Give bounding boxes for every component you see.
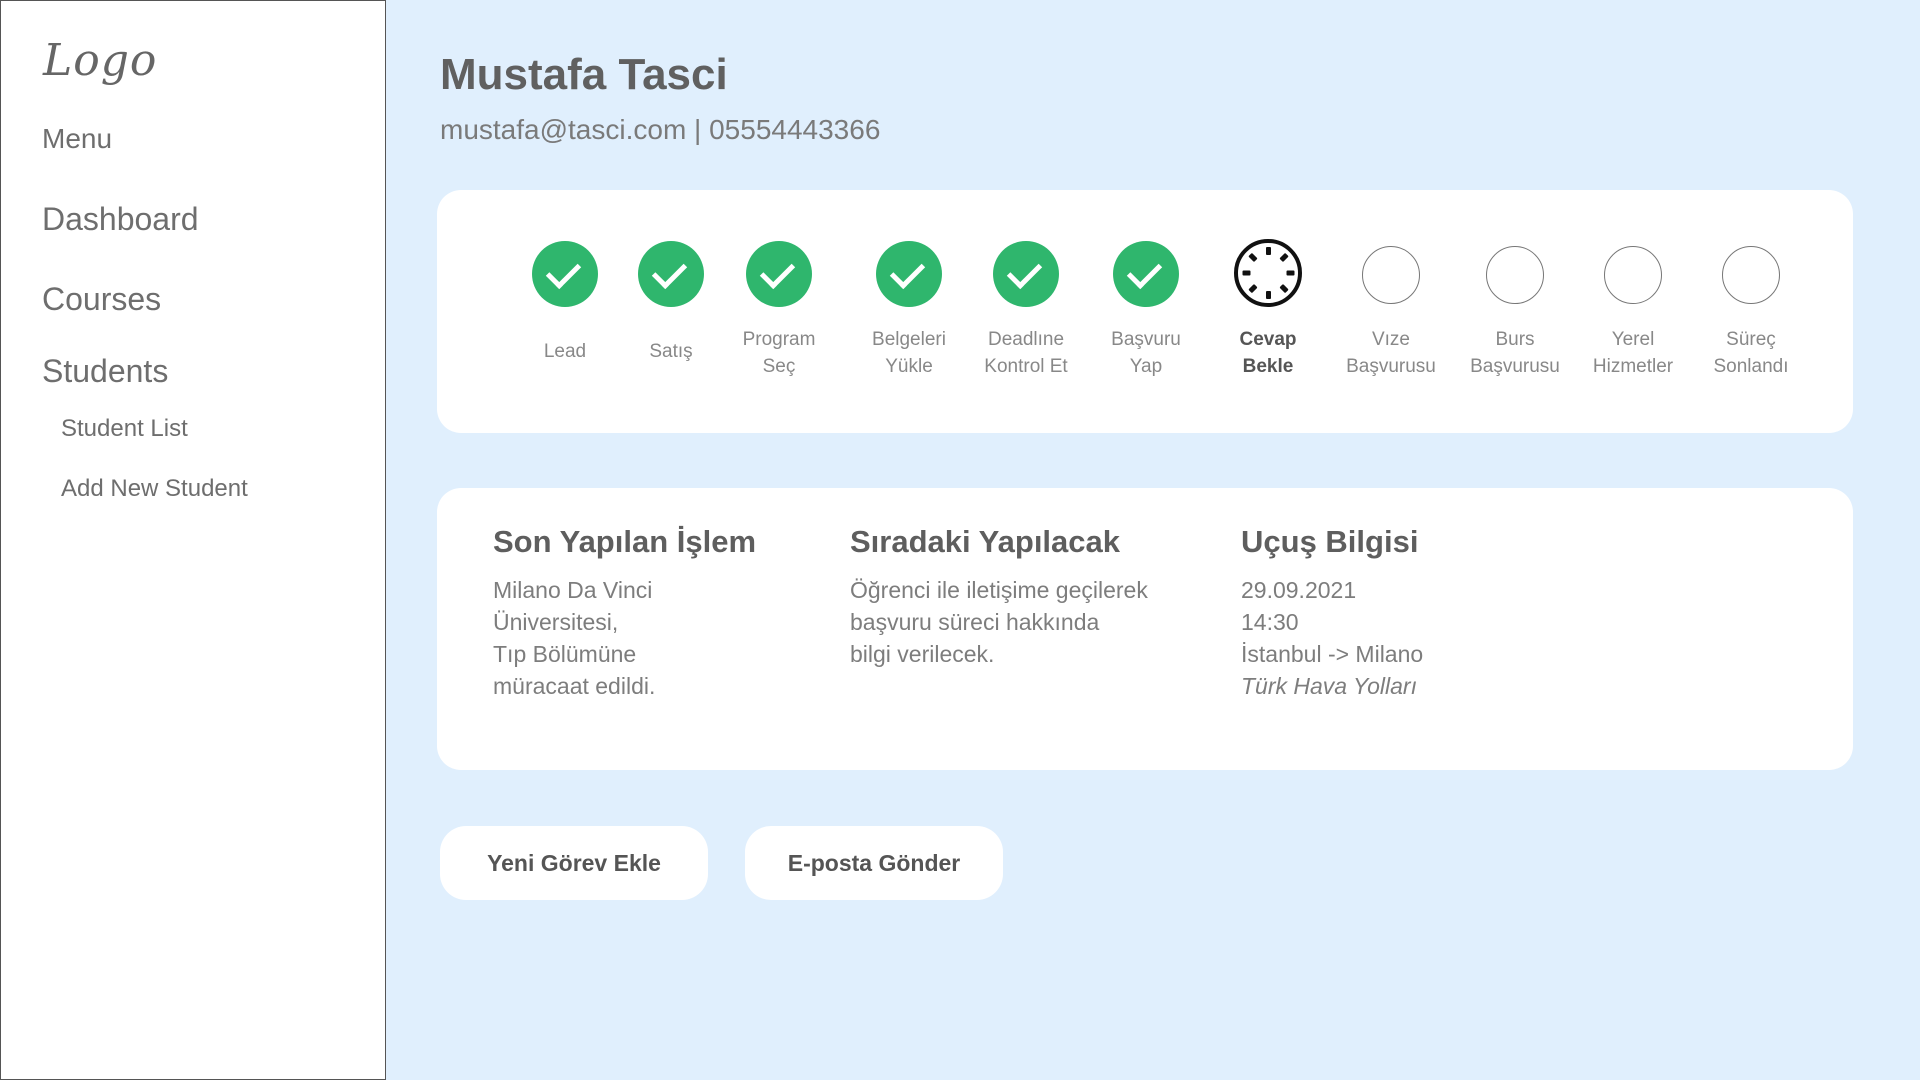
sidebar-item-add-new-student[interactable]: Add New Student <box>61 475 248 503</box>
empty-circle-icon <box>1722 246 1780 304</box>
sidebar-item-students[interactable]: Students <box>42 353 168 390</box>
sidebar-item-student-list[interactable]: Student List <box>61 415 188 443</box>
sidebar-item-dashboard[interactable]: Dashboard <box>42 201 199 238</box>
add-task-button[interactable]: Yeni Görev Ekle <box>440 826 708 900</box>
empty-circle-icon <box>1604 246 1662 304</box>
last-action-section: Son Yapılan İşlem Milano Da Vinci Üniver… <box>493 524 756 702</box>
info-line: başvuru süreci hakkında <box>850 609 1100 635</box>
flight-airline: Türk Hava Yolları <box>1241 673 1417 699</box>
flight-info-section: Uçuş Bilgisi 29.09.2021 14:30 İstanbul -… <box>1241 524 1423 702</box>
info-line: Milano Da Vinci <box>493 577 653 603</box>
student-name: Mustafa Tasci <box>440 50 728 99</box>
step-label: Deadlıne Kontrol Et <box>984 329 1068 377</box>
flight-route: İstanbul -> Milano <box>1241 641 1424 667</box>
check-icon <box>746 241 812 307</box>
sidebar-item-courses[interactable]: Courses <box>42 281 161 318</box>
student-contact: mustafa@tasci.com | 05554443366 <box>440 114 881 145</box>
flight-time: 14:30 <box>1241 609 1299 635</box>
flight-info-title: Uçuş Bilgisi <box>1241 524 1419 559</box>
empty-circle-icon <box>1486 246 1544 304</box>
empty-circle-icon <box>1362 246 1420 304</box>
send-email-button[interactable]: E-posta Gönder <box>745 826 1003 900</box>
main-content: Mustafa Tasci mustafa@tasci.com | 055544… <box>386 0 1920 1080</box>
info-line: Öğrenci ile iletişime geçilerek <box>850 577 1148 603</box>
step-label: Program Seç <box>742 329 816 377</box>
step-label: Vıze Başvurusu <box>1346 329 1436 377</box>
info-line: müracaat edildi. <box>493 673 656 699</box>
clock-icon <box>1234 239 1302 307</box>
logo: Logo <box>43 35 158 86</box>
sidebar: Logo Menu Dashboard Courses Students Stu… <box>0 0 386 1080</box>
check-icon <box>532 241 598 307</box>
check-icon <box>993 241 1059 307</box>
progress-steps-card: Lead Satış Program Seç Belgeleri Yükle Dea… <box>437 190 1853 433</box>
check-icon <box>876 241 942 307</box>
next-action-section: Sıradaki Yapılacak Öğrenci ile iletişime… <box>850 524 1148 670</box>
menu-label: Menu <box>42 123 113 154</box>
next-action-title: Sıradaki Yapılacak <box>850 524 1121 559</box>
step-label: Cevap Bekle <box>1239 329 1297 377</box>
check-icon <box>1113 241 1179 307</box>
step-label: Süreç Sonlandı <box>1713 329 1789 377</box>
flight-date: 29.09.2021 <box>1241 577 1357 603</box>
info-line: bilgi verilecek. <box>850 641 995 667</box>
info-line: Üniversitesi, <box>493 609 619 635</box>
info-line: Tıp Bölümüne <box>493 641 637 667</box>
last-action-title: Son Yapılan İşlem <box>493 524 757 559</box>
step-label: Başvuru Yap <box>1111 329 1181 377</box>
info-card: Son Yapılan İşlem Milano Da Vinci Üniver… <box>437 488 1853 770</box>
check-icon <box>638 241 704 307</box>
